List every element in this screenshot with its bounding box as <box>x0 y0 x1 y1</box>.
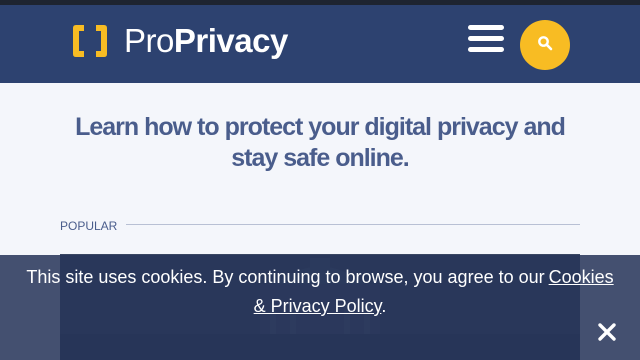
hamburger-menu-icon[interactable] <box>468 25 504 55</box>
brand-name: ProPrivacy <box>124 22 288 60</box>
section-divider <box>126 224 580 225</box>
page-headline: Learn how to protect your digital privac… <box>75 113 566 172</box>
section-label-popular: POPULAR <box>60 219 118 233</box>
search-button[interactable] <box>520 20 570 70</box>
cookie-banner: This site uses cookies. By continuing to… <box>0 255 640 360</box>
close-icon[interactable] <box>596 321 618 343</box>
site-header: ProPrivacy <box>0 5 640 83</box>
logo[interactable]: ProPrivacy <box>70 21 288 61</box>
search-icon <box>537 35 553 56</box>
cookie-text: This site uses cookies. By continuing to… <box>26 267 545 287</box>
cookie-message: This site uses cookies. By continuing to… <box>20 263 620 321</box>
brand-regular: Pro <box>124 22 174 59</box>
brackets-logo-icon <box>70 21 110 61</box>
brand-bold: Privacy <box>173 22 288 59</box>
cookie-suffix: . <box>381 296 387 316</box>
